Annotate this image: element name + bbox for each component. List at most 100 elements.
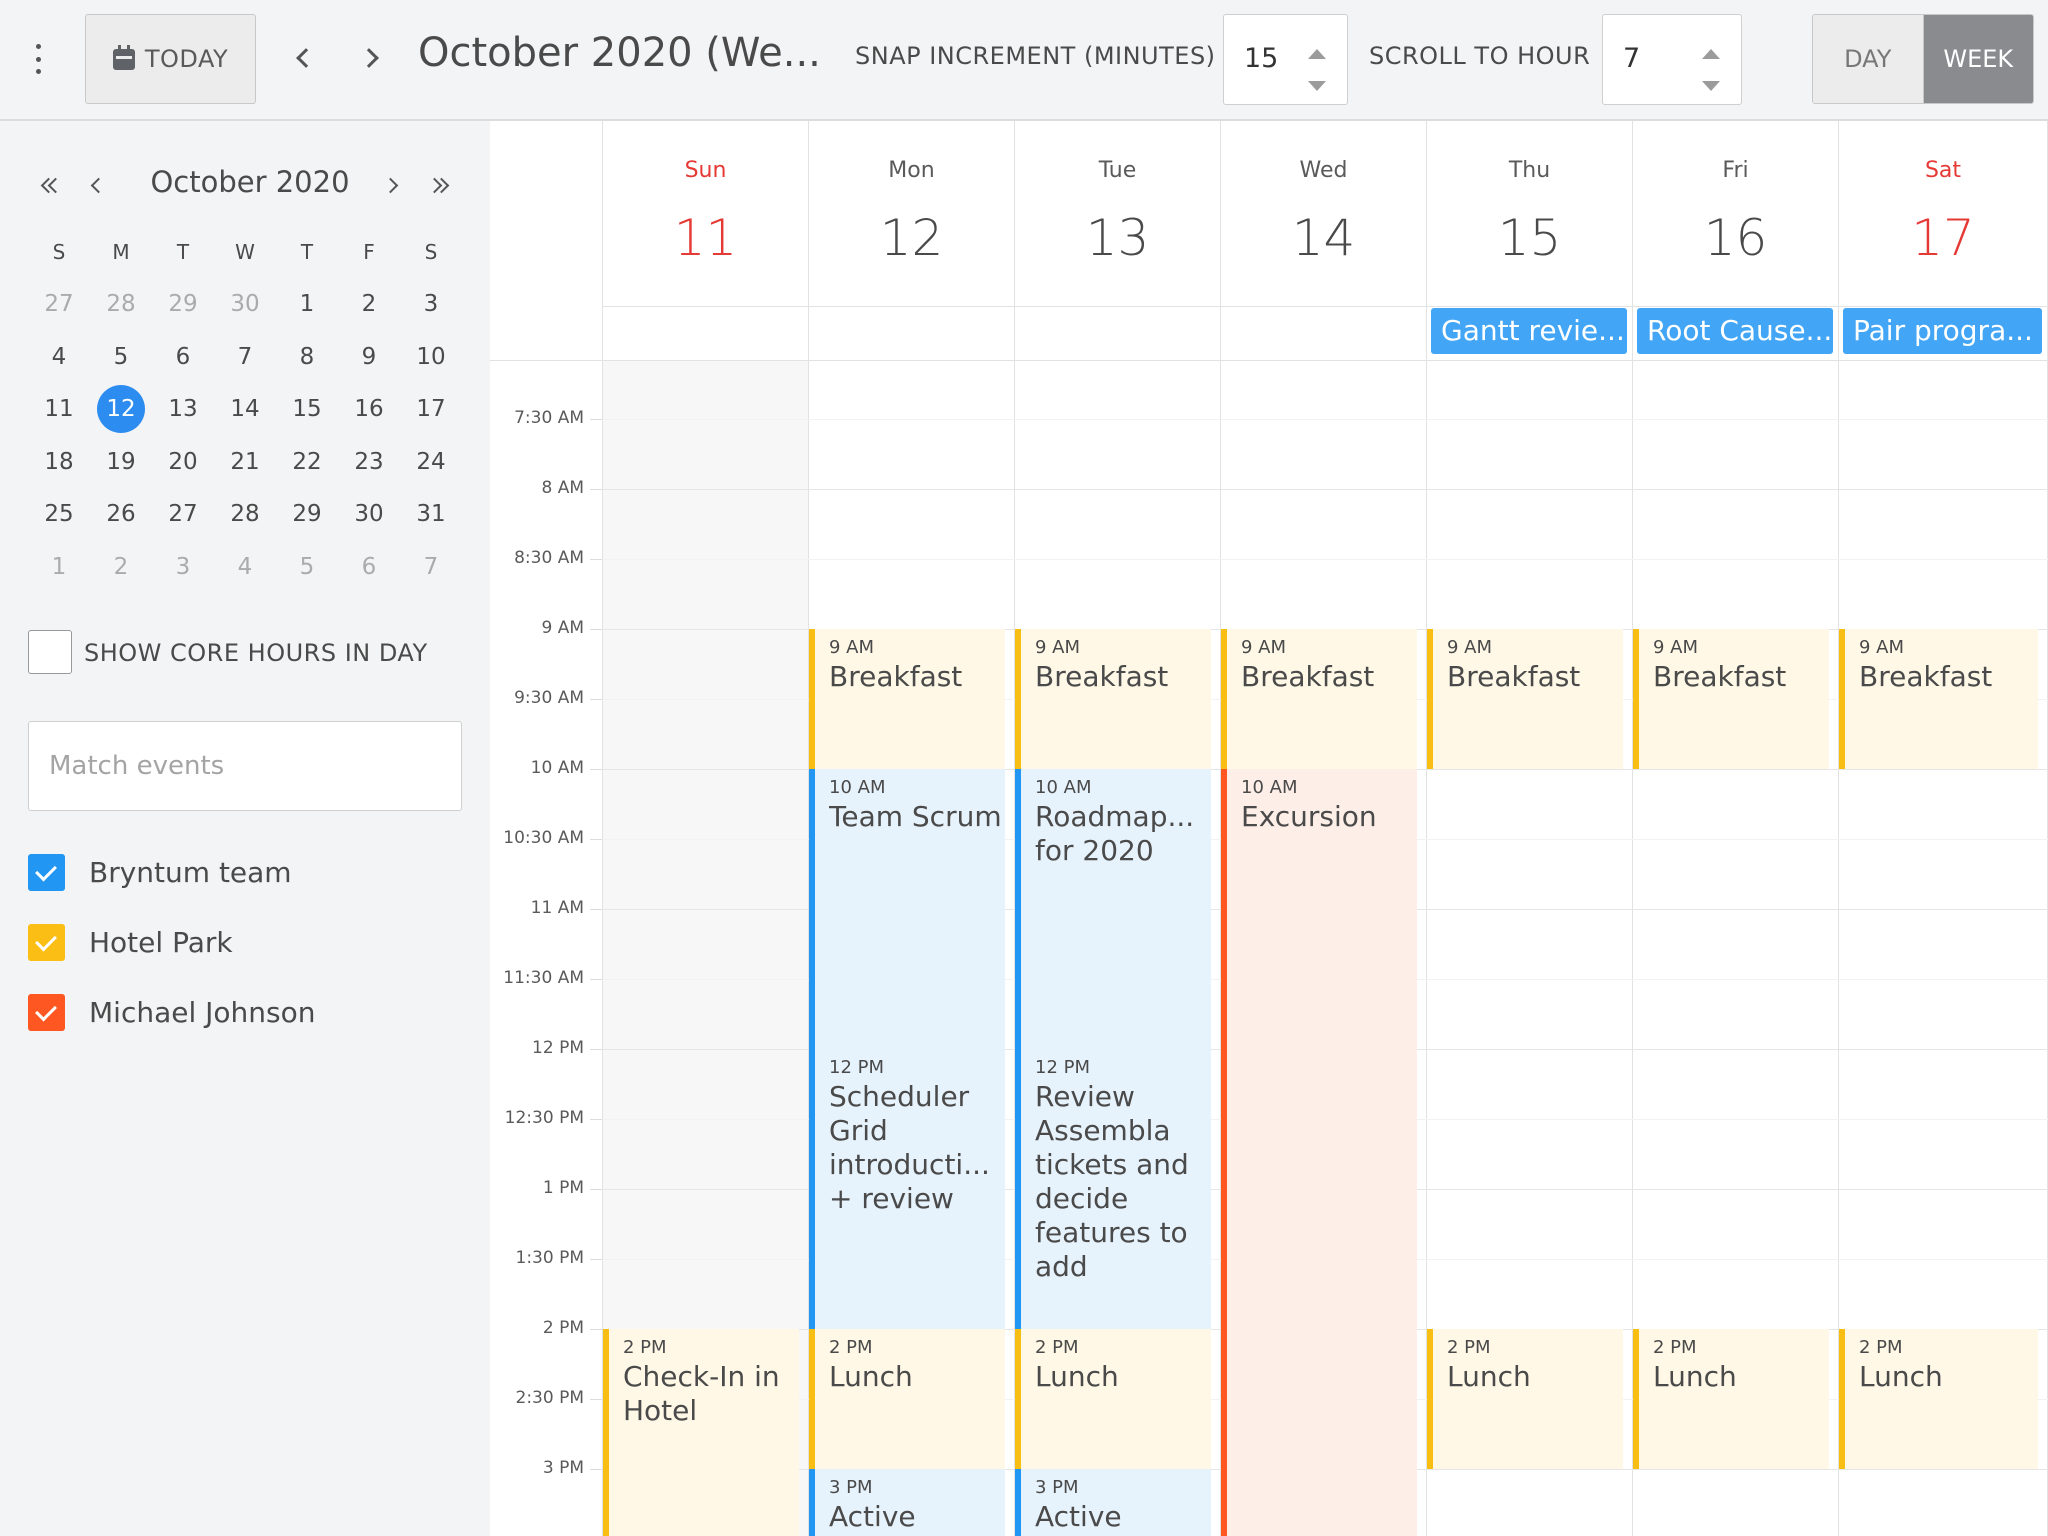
day-header[interactable]: Sat 17: [1839, 121, 2048, 306]
event[interactable]: 9 AM Breakfast: [1633, 629, 1829, 770]
mini-calendar-day[interactable]: 24: [400, 436, 462, 489]
event[interactable]: 12 PM Review Assembla tickets and decide …: [1015, 1049, 1211, 1330]
spin-up-icon[interactable]: [1308, 49, 1326, 59]
spin-down-icon[interactable]: [1702, 81, 1720, 91]
previous-month-button[interactable]: [80, 165, 116, 205]
mini-calendar-day-selected[interactable]: 12: [90, 383, 152, 436]
event[interactable]: 9 AM Breakfast: [1427, 629, 1623, 770]
all-day-event[interactable]: Pair progra...: [1843, 308, 2042, 354]
resource-filter-item[interactable]: Bryntum team: [28, 853, 292, 891]
mini-calendar-day[interactable]: 7: [214, 331, 276, 384]
checkbox-checked-icon[interactable]: [28, 853, 65, 891]
event[interactable]: 2 PM Lunch: [1633, 1329, 1829, 1470]
mini-calendar-day[interactable]: 4: [28, 331, 90, 384]
mini-calendar-day[interactable]: 3: [400, 278, 462, 331]
all-day-cell[interactable]: [809, 307, 1015, 362]
resource-filter-item[interactable]: Hotel Park: [28, 923, 233, 961]
next-week-button[interactable]: [352, 38, 392, 78]
all-day-cell[interactable]: [603, 307, 809, 362]
mini-calendar-day[interactable]: 25: [28, 488, 90, 541]
event[interactable]: 9 AM Breakfast: [1221, 629, 1417, 770]
core-hours-checkbox[interactable]: [28, 630, 72, 674]
day-header[interactable]: Wed 14: [1221, 121, 1427, 306]
mini-calendar-day[interactable]: 8: [276, 331, 338, 384]
mini-calendar-day[interactable]: 10: [400, 331, 462, 384]
mini-calendar-day[interactable]: 17: [400, 383, 462, 436]
mini-calendar-day[interactable]: 28: [214, 488, 276, 541]
event[interactable]: 9 AM Breakfast: [1839, 629, 2038, 770]
mini-calendar-day[interactable]: 11: [28, 383, 90, 436]
checkbox-checked-icon[interactable]: [28, 993, 65, 1031]
mini-calendar-day[interactable]: 6: [152, 331, 214, 384]
mini-calendar-day[interactable]: 22: [276, 436, 338, 489]
event-name: Breakfast: [1653, 660, 1787, 694]
mini-calendar-day[interactable]: 29: [276, 488, 338, 541]
event[interactable]: 2 PM Check-In in Hotel: [603, 1329, 799, 1536]
mini-calendar-day[interactable]: 18: [28, 436, 90, 489]
day-header[interactable]: Fri 16: [1633, 121, 1839, 306]
mini-calendar-day[interactable]: 2: [338, 278, 400, 331]
all-day-event[interactable]: Gantt revie...: [1431, 308, 1627, 354]
mini-calendar-day[interactable]: 7: [400, 541, 462, 594]
mini-calendar-day[interactable]: 1: [276, 278, 338, 331]
scroll-to-hour-field[interactable]: 7: [1602, 14, 1742, 105]
day-header[interactable]: Sun 11: [603, 121, 809, 306]
event[interactable]: 9 AM Breakfast: [809, 629, 1005, 770]
event[interactable]: 3 PM Active: [1015, 1469, 1211, 1536]
all-day-cell[interactable]: [1015, 307, 1221, 362]
day-header[interactable]: Mon 12: [809, 121, 1015, 306]
resource-filter-item[interactable]: Michael Johnson: [28, 993, 316, 1031]
mini-calendar-day[interactable]: 19: [90, 436, 152, 489]
week-view-button[interactable]: WEEK: [1923, 15, 2033, 103]
mini-calendar-day[interactable]: 14: [214, 383, 276, 436]
mini-calendar-day[interactable]: 30: [338, 488, 400, 541]
mini-calendar-day[interactable]: 30: [214, 278, 276, 331]
day-header[interactable]: Tue 13: [1015, 121, 1221, 306]
event[interactable]: 2 PM Lunch: [1015, 1329, 1211, 1470]
event[interactable]: 2 PM Lunch: [1427, 1329, 1623, 1470]
all-day-cell[interactable]: [1221, 307, 1427, 362]
mini-calendar-day[interactable]: 16: [338, 383, 400, 436]
checkbox-checked-icon[interactable]: [28, 923, 65, 961]
mini-calendar-day[interactable]: 1: [28, 541, 90, 594]
mini-calendar-day[interactable]: 31: [400, 488, 462, 541]
mini-calendar-day[interactable]: 5: [276, 541, 338, 594]
event[interactable]: 2 PM Lunch: [809, 1329, 1005, 1470]
mini-calendar-day[interactable]: 4: [214, 541, 276, 594]
mini-calendar-day[interactable]: 29: [152, 278, 214, 331]
mini-calendar-day[interactable]: 2: [90, 541, 152, 594]
event[interactable]: 3 PM Active: [809, 1469, 1005, 1536]
all-day-event[interactable]: Root Cause...: [1637, 308, 1833, 354]
mini-calendar-day[interactable]: 6: [338, 541, 400, 594]
spin-up-icon[interactable]: [1702, 49, 1720, 59]
mini-calendar-day[interactable]: 20: [152, 436, 214, 489]
mini-calendar-day[interactable]: 9: [338, 331, 400, 384]
next-year-button[interactable]: [420, 165, 456, 205]
mini-calendar-day[interactable]: 15: [276, 383, 338, 436]
spin-down-icon[interactable]: [1308, 81, 1326, 91]
mini-calendar-day[interactable]: 26: [90, 488, 152, 541]
mini-calendar-day[interactable]: 3: [152, 541, 214, 594]
mini-calendar-day[interactable]: 23: [338, 436, 400, 489]
previous-week-button[interactable]: [283, 38, 323, 78]
mini-calendar-day[interactable]: 5: [90, 331, 152, 384]
today-button[interactable]: TODAY: [85, 14, 256, 104]
event[interactable]: 10 AM Roadmap... for 2020: [1015, 769, 1211, 1050]
mini-calendar-day[interactable]: 21: [214, 436, 276, 489]
day-view-button[interactable]: DAY: [1813, 15, 1924, 103]
mini-calendar-day[interactable]: 27: [152, 488, 214, 541]
previous-year-button[interactable]: [34, 165, 70, 205]
day-header[interactable]: Thu 15: [1427, 121, 1633, 306]
mini-calendar-day[interactable]: 13: [152, 383, 214, 436]
next-month-button[interactable]: [372, 165, 408, 205]
match-events-input[interactable]: [28, 721, 462, 811]
more-menu-icon[interactable]: [30, 44, 46, 74]
snap-increment-field[interactable]: 15: [1223, 14, 1348, 105]
event[interactable]: 12 PM Scheduler Grid introducti... + revi…: [809, 1049, 1005, 1330]
event[interactable]: 10 AM Team Scrum: [809, 769, 1005, 1050]
mini-calendar-day[interactable]: 27: [28, 278, 90, 331]
mini-calendar-day[interactable]: 28: [90, 278, 152, 331]
event[interactable]: 9 AM Breakfast: [1015, 629, 1211, 770]
event[interactable]: 2 PM Lunch: [1839, 1329, 2038, 1470]
event[interactable]: 10 AM Excursion: [1221, 769, 1417, 1536]
